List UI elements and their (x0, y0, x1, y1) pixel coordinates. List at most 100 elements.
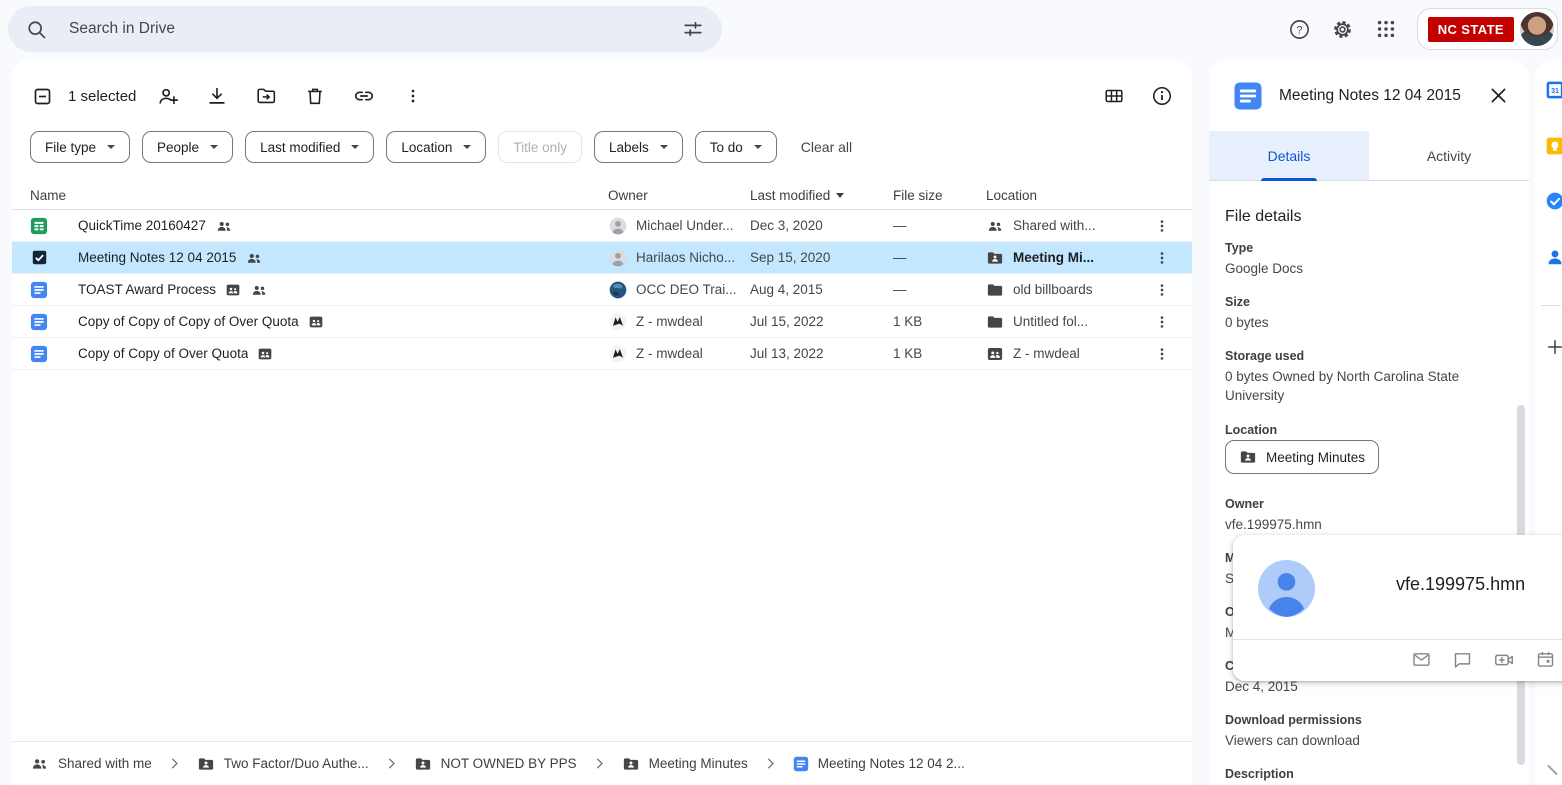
search-input[interactable]: Search in Drive (69, 20, 682, 38)
row-menu-icon[interactable] (1142, 282, 1182, 298)
link-icon[interactable] (352, 84, 376, 108)
shared-drive-badge-icon (308, 314, 324, 330)
shared-drive-badge-icon (257, 346, 273, 362)
keep-app-icon[interactable] (1545, 136, 1562, 156)
org-logo: NC STATE (1428, 17, 1514, 42)
grid-view-icon[interactable] (1102, 84, 1126, 108)
column-header-last-modified[interactable]: Last modified (750, 188, 893, 203)
column-header-file-size[interactable]: File size (893, 188, 986, 203)
advanced-search-icon[interactable] (682, 18, 704, 40)
location-name[interactable]: Z - mwdeal (1013, 346, 1080, 361)
row-menu-icon[interactable] (1142, 250, 1182, 266)
row-checkbox-checked[interactable] (30, 248, 49, 267)
chevron-down-icon (754, 145, 762, 149)
file-rows: QuickTime 20160427Michael Under...Dec 3,… (12, 210, 1192, 370)
chat-icon[interactable] (1452, 649, 1473, 671)
row-menu-icon[interactable] (1142, 218, 1182, 234)
google-drive-app: Search in Drive ? NC STATE 1 selected Fi… (0, 0, 1562, 785)
file-row[interactable]: Copy of Copy of Copy of Over QuotaZ - mw… (12, 306, 1192, 338)
info-icon[interactable] (1150, 84, 1174, 108)
location-name[interactable]: Untitled fol... (1013, 314, 1088, 329)
search-icon[interactable] (26, 19, 47, 40)
plus-app-icon[interactable] (1545, 337, 1562, 357)
chip-label: Location (401, 140, 452, 155)
type-value: Google Docs (1225, 259, 1477, 278)
folder-shared-icon (1239, 448, 1257, 466)
help-icon[interactable]: ? (1288, 17, 1312, 41)
location-chip-label: Meeting Minutes (1266, 450, 1365, 465)
apps-grid-icon[interactable] (1374, 17, 1398, 41)
file-row[interactable]: Copy of Copy of Over QuotaZ - mwdealJul … (12, 338, 1192, 370)
column-header-name[interactable]: Name (30, 188, 608, 203)
description-label: Description (1225, 767, 1294, 781)
clear-all-button[interactable]: Clear all (801, 139, 852, 155)
owner-name: Z - mwdeal (636, 314, 703, 329)
filter-chip-file-type[interactable]: File type (30, 131, 130, 163)
svg-text:?: ? (1297, 24, 1303, 36)
breadcrumb-item[interactable]: NOT OWNED BY PPS (414, 755, 577, 773)
contacts-app-icon[interactable] (1545, 247, 1562, 267)
breadcrumb-label: Two Factor/Duo Authe... (224, 756, 369, 771)
file-name: Copy of Copy of Over Quota (78, 346, 248, 361)
owner-label: Owner (1225, 497, 1264, 511)
email-icon[interactable] (1411, 649, 1432, 671)
breadcrumb-item[interactable]: Shared with me (30, 754, 152, 773)
close-icon[interactable] (1488, 85, 1509, 106)
calendar-app-icon[interactable]: 31 (1545, 80, 1562, 100)
filter-chip-to-do[interactable]: To do (695, 131, 777, 163)
breadcrumb: Shared with me Two Factor/Duo Authe... NOT… (12, 741, 1192, 785)
tab-details[interactable]: Details (1209, 131, 1369, 180)
row-menu-icon[interactable] (1142, 346, 1182, 362)
filter-chip-labels[interactable]: Labels (594, 131, 683, 163)
filter-chip-people[interactable]: People (142, 131, 233, 163)
location-name[interactable]: Meeting Mi... (1013, 250, 1094, 265)
last-modified: Dec 3, 2020 (750, 218, 893, 233)
location-icon (986, 217, 1004, 235)
settings-icon[interactable] (1331, 17, 1355, 41)
storage-label: Storage used (1225, 349, 1304, 363)
column-header-location[interactable]: Location (986, 188, 1142, 203)
location-name[interactable]: Shared with... (1013, 218, 1096, 233)
location-chip[interactable]: Meeting Minutes (1225, 440, 1379, 474)
trash-icon[interactable] (303, 84, 327, 108)
breadcrumb-item[interactable]: Two Factor/Duo Authe... (197, 755, 369, 773)
location-label: Location (1225, 423, 1277, 437)
deselect-checkbox[interactable] (30, 84, 54, 108)
details-body: File details Type Google Docs Size 0 byt… (1209, 181, 1529, 785)
tasks-app-icon[interactable] (1545, 191, 1562, 211)
breadcrumb-label: NOT OWNED BY PPS (441, 756, 577, 771)
account-pill: NC STATE (1417, 8, 1558, 50)
doc-file-icon (30, 281, 48, 299)
breadcrumb-item[interactable]: Meeting Notes 12 04 2... (793, 756, 965, 772)
filter-chip-last-modified[interactable]: Last modified (245, 131, 374, 163)
file-row[interactable]: QuickTime 20160427Michael Under...Dec 3,… (12, 210, 1192, 242)
search-bar[interactable]: Search in Drive (8, 6, 722, 52)
filter-chip-location[interactable]: Location (386, 131, 486, 163)
shared-people-icon (250, 281, 268, 299)
folder-move-icon[interactable] (254, 84, 278, 108)
file-row[interactable]: Meeting Notes 12 04 2015Harilaos Nicho..… (12, 242, 1192, 274)
breadcrumb-item[interactable]: Meeting Minutes (622, 755, 748, 773)
file-list-panel: 1 selected File typePeopleLast modifiedL… (12, 60, 1192, 785)
user-avatar[interactable] (1520, 12, 1554, 46)
calendar-icon[interactable] (1535, 649, 1556, 671)
owner-avatar (1258, 560, 1315, 617)
tab-activity-label: Activity (1427, 148, 1471, 164)
file-name: TOAST Award Process (78, 282, 216, 297)
owner-name: Michael Under... (636, 218, 734, 233)
person-add-icon[interactable] (156, 84, 180, 108)
download-icon[interactable] (205, 84, 229, 108)
tab-activity[interactable]: Activity (1369, 131, 1529, 180)
owner-value[interactable]: vfe.199975.hmn (1225, 515, 1477, 534)
file-row[interactable]: TOAST Award ProcessOCC DEO Trai...Aug 4,… (12, 274, 1192, 306)
doc-file-icon (30, 345, 48, 363)
kebab-icon[interactable] (401, 84, 425, 108)
owner-hover-card: vfe.199975.hmn (1233, 535, 1562, 681)
row-menu-icon[interactable] (1142, 314, 1182, 330)
location-name[interactable]: old billboards (1013, 282, 1093, 297)
video-call-icon[interactable] (1493, 649, 1515, 671)
column-header-owner[interactable]: Owner (608, 188, 750, 203)
owner-avatar (608, 248, 628, 268)
file-details-heading: File details (1225, 208, 1301, 226)
owner-avatar (608, 344, 628, 364)
